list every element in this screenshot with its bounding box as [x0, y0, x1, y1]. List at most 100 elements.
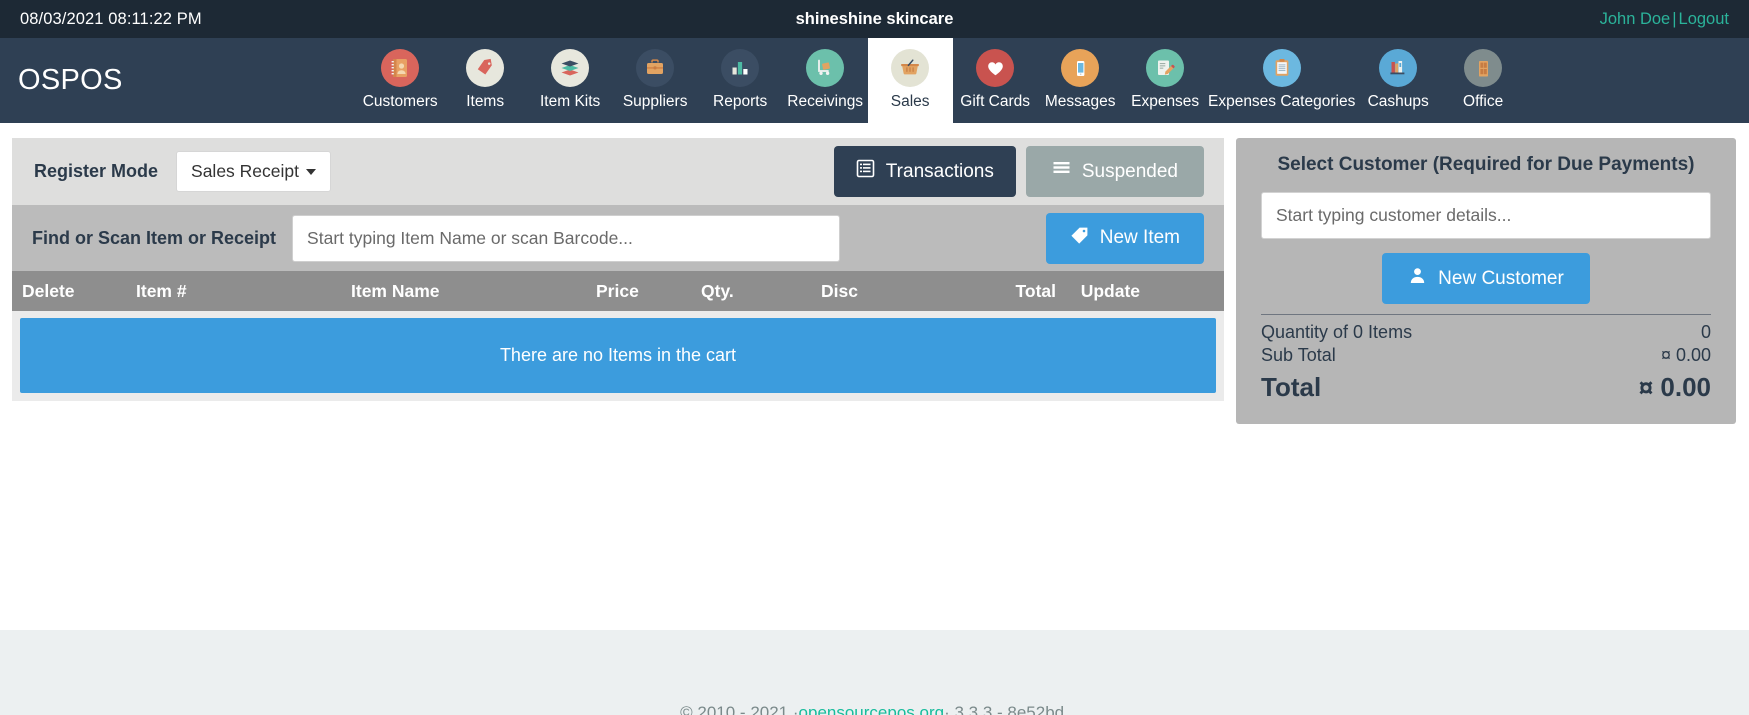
note-pencil-icon — [1146, 49, 1185, 88]
register-mode-value: Sales Receipt — [191, 161, 300, 181]
register-mode-label: Register Mode — [34, 161, 159, 181]
nav-item-item-kits[interactable]: Item Kits — [528, 38, 613, 123]
nav-item-messages[interactable]: Messages — [1038, 38, 1123, 123]
nav-label-messages: Messages — [1044, 93, 1116, 111]
top-bar: 08/03/2021 08:11:22 PM shineshine skinca… — [0, 0, 1749, 38]
bar-chart-icon — [721, 49, 760, 88]
column-header-item-number: Item # — [136, 280, 187, 301]
column-header-item-name: Item Name — [351, 280, 440, 301]
grand-total-value: ¤ 0.00 — [1638, 372, 1711, 402]
nav-label-office: Office — [1463, 93, 1504, 111]
nav-label-receivings: Receivings — [787, 93, 864, 111]
totals-row-grand-total: Total ¤ 0.00 — [1261, 367, 1711, 404]
column-header-delete: Delete — [22, 280, 75, 301]
ledger-icon — [856, 159, 875, 184]
heart-icon — [976, 49, 1015, 88]
transactions-button-label: Transactions — [885, 160, 994, 182]
nav-label-items: Items — [466, 93, 505, 111]
mobile-phone-icon — [1061, 49, 1100, 88]
nav-item-sales[interactable]: Sales — [867, 38, 953, 123]
footer-copyright: © 2010 - 2021 · — [680, 703, 799, 715]
hand-truck-icon — [806, 49, 845, 88]
app-logo[interactable]: OSPOS — [18, 38, 153, 123]
nav-item-customers[interactable]: Customers — [358, 38, 443, 123]
find-item-panel: Find or Scan Item or Receipt New Item — [12, 205, 1224, 271]
logout-link[interactable]: Logout — [1679, 10, 1729, 28]
suspended-button[interactable]: Suspended — [1025, 146, 1204, 197]
cart-table-header: Delete Item # Item Name Price Qty. Disc … — [12, 271, 1224, 311]
new-item-button[interactable]: New Item — [1045, 212, 1204, 264]
customer-column: Select Customer (Required for Due Paymen… — [1236, 138, 1736, 424]
nav-item-receivings[interactable]: Receivings — [783, 38, 868, 123]
nav-label-expenses-categories: Expenses Categories — [1207, 93, 1356, 111]
new-customer-button[interactable]: New Customer — [1382, 253, 1590, 304]
user-name-link[interactable]: John Doe — [1600, 10, 1671, 28]
totals-section: Quantity of 0 Items 0 Sub Total ¤ 0.00 T… — [1261, 314, 1711, 404]
door-icon — [1464, 49, 1503, 88]
nav-label-customers: Customers — [362, 93, 438, 111]
nav-item-cashups[interactable]: Cashups — [1356, 38, 1441, 123]
address-book-icon — [381, 49, 420, 88]
new-customer-button-label: New Customer — [1438, 267, 1564, 289]
cart-table-body: There are no Items in the cart — [12, 311, 1224, 401]
company-name: shineshine skincare — [795, 9, 954, 28]
user-icon — [1408, 266, 1427, 291]
nav-label-sales: Sales — [890, 93, 930, 111]
page-footer: © 2010 - 2021 · opensourcepos.org · 3.3.… — [0, 630, 1749, 715]
nav-label-cashups: Cashups — [1367, 93, 1429, 111]
nav-label-suppliers: Suppliers — [622, 93, 688, 111]
nav-item-expenses[interactable]: Expenses — [1123, 38, 1208, 123]
column-header-total: Total — [1015, 280, 1056, 301]
grand-total-label: Total — [1261, 372, 1322, 402]
bars-icon — [1052, 159, 1071, 184]
user-menu: John Doe | Logout — [1600, 10, 1729, 29]
nav-item-gift-cards[interactable]: Gift Cards — [953, 38, 1038, 123]
column-header-update: Update — [1080, 280, 1140, 301]
chevron-down-icon — [306, 168, 317, 175]
user-separator: | — [1672, 9, 1677, 28]
quantity-label: Quantity of 0 Items — [1261, 322, 1413, 342]
nav-label-expenses: Expenses — [1131, 93, 1200, 111]
nav-label-item-kits: Item Kits — [540, 93, 601, 111]
footer-gap — [0, 568, 1749, 630]
clipboard-icon — [1262, 49, 1301, 88]
customer-panel: Select Customer (Required for Due Paymen… — [1236, 138, 1736, 424]
tag-icon — [1070, 226, 1089, 251]
totals-row-subtotal: Sub Total ¤ 0.00 — [1261, 344, 1711, 367]
nav-item-office[interactable]: Office — [1441, 38, 1526, 123]
briefcase-icon — [636, 49, 675, 88]
customer-search-input[interactable] — [1261, 192, 1711, 239]
nav-item-reports[interactable]: Reports — [698, 38, 783, 123]
subtotal-value: ¤ 0.00 — [1660, 345, 1711, 365]
find-item-label: Find or Scan Item or Receipt — [32, 227, 277, 248]
main-navigation: OSPOS Customers Items Item Kits Supplier… — [0, 38, 1749, 123]
shopping-basket-icon — [891, 49, 930, 88]
nav-label-gift-cards: Gift Cards — [960, 93, 1031, 111]
sales-register-column: Register Mode Sales Receipt Transactions… — [12, 138, 1224, 401]
empty-cart-message: There are no Items in the cart — [20, 318, 1216, 393]
datetime-display: 08/03/2021 08:11:22 PM — [20, 9, 202, 28]
main-content: Register Mode Sales Receipt Transactions… — [0, 123, 1749, 568]
suspended-button-label: Suspended — [1081, 160, 1178, 182]
column-header-qty: Qty. — [701, 280, 734, 301]
register-mode-panel: Register Mode Sales Receipt Transactions… — [12, 138, 1224, 205]
footer-link[interactable]: opensourcepos.org — [799, 703, 945, 715]
footer-version: · 3.3.3 - 8e52bd. — [944, 703, 1069, 715]
nav-item-expenses-categories[interactable]: Expenses Categories — [1208, 38, 1356, 123]
layers-icon — [551, 49, 590, 88]
register-mode-dropdown[interactable]: Sales Receipt — [176, 151, 332, 192]
new-customer-button-wrap: New Customer — [1261, 253, 1711, 304]
new-item-button-label: New Item — [1099, 227, 1180, 248]
nav-items: Customers Items Item Kits Suppliers Repo — [358, 38, 1526, 123]
transactions-button[interactable]: Transactions — [833, 146, 1016, 197]
quantity-value: 0 — [1700, 322, 1711, 342]
nav-item-suppliers[interactable]: Suppliers — [613, 38, 698, 123]
subtotal-label: Sub Total — [1261, 345, 1336, 365]
totals-row-quantity: Quantity of 0 Items 0 — [1261, 321, 1711, 344]
item-search-input[interactable] — [292, 214, 841, 262]
price-tag-icon — [466, 49, 505, 88]
column-header-price: Price — [596, 280, 639, 301]
nav-item-items[interactable]: Items — [443, 38, 528, 123]
nav-label-reports: Reports — [713, 93, 768, 111]
column-header-disc: Disc — [821, 280, 858, 301]
